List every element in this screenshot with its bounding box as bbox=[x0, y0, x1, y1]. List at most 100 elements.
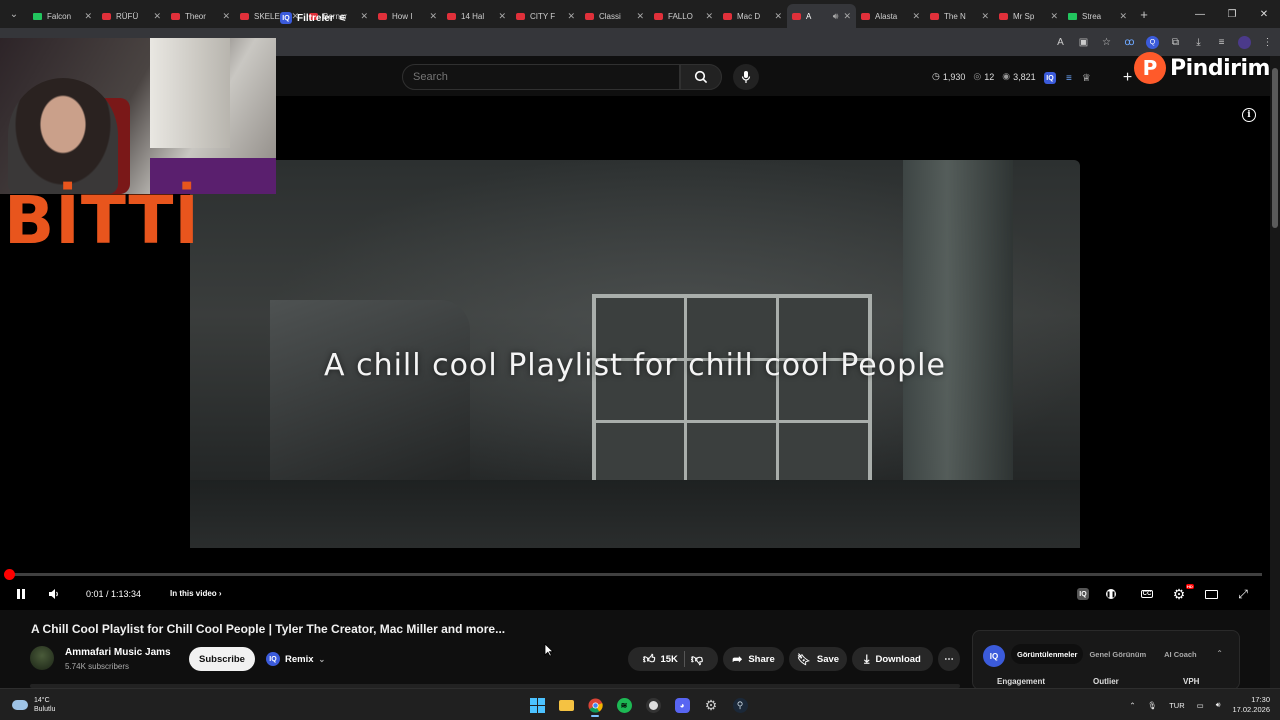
volume-button[interactable] bbox=[46, 585, 62, 603]
page-scrollbar[interactable] bbox=[1270, 56, 1280, 688]
progress-scrubber[interactable] bbox=[4, 569, 15, 580]
browser-tab[interactable]: The N ✕ bbox=[925, 4, 994, 28]
autoplay-toggle[interactable]: ❚❚ bbox=[1103, 585, 1119, 603]
minimize-icon[interactable]: — bbox=[1184, 0, 1216, 28]
in-this-video-button[interactable]: In this video › bbox=[170, 589, 222, 598]
media-icon[interactable]: ≡ bbox=[1215, 36, 1228, 49]
like-button[interactable]: 👍︎ 15K bbox=[643, 652, 678, 667]
file-explorer-app[interactable] bbox=[555, 693, 577, 717]
pause-button[interactable] bbox=[13, 585, 29, 603]
tab-audio-icon[interactable]: 🔊︎ bbox=[833, 11, 839, 22]
translate-icon[interactable]: A bbox=[1054, 36, 1067, 49]
browser-tab[interactable]: FALLO ✕ bbox=[649, 4, 718, 28]
browser-tab[interactable]: Mr Sp ✕ bbox=[994, 4, 1063, 28]
download-icon[interactable]: ⤓ bbox=[1192, 36, 1205, 49]
browser-tab[interactable]: A 🔊︎ ✕ bbox=[787, 4, 856, 28]
puzzle-icon[interactable]: ⧉ bbox=[1169, 36, 1182, 49]
clock[interactable]: 17:30 17.02.2026 bbox=[1232, 695, 1270, 715]
browser-menu-icon[interactable]: ⋮ bbox=[1261, 36, 1274, 49]
close-tab-icon[interactable]: ✕ bbox=[84, 11, 92, 22]
discord-app[interactable]: ◕ bbox=[671, 693, 693, 717]
browser-tab[interactable]: Falcon ✕ bbox=[28, 4, 97, 28]
browser-tab[interactable]: Strea ✕ bbox=[1063, 4, 1132, 28]
vidiq-icon[interactable]: IQ bbox=[1044, 72, 1056, 84]
restore-icon[interactable]: ❐ bbox=[1216, 0, 1248, 28]
browser-tab[interactable]: 14 Hal ✕ bbox=[442, 4, 511, 28]
search-button[interactable] bbox=[680, 64, 722, 90]
spotify-app[interactable]: ≋ bbox=[613, 693, 635, 717]
close-tab-icon[interactable]: ✕ bbox=[774, 11, 782, 22]
close-tab-icon[interactable]: ✕ bbox=[1050, 11, 1058, 22]
volume-icon bbox=[49, 589, 58, 599]
captions-button[interactable]: CC bbox=[1139, 585, 1155, 603]
browser-tab[interactable]: Alasta ✕ bbox=[856, 4, 925, 28]
channel-name[interactable]: Ammafari Music Jams bbox=[65, 647, 171, 658]
close-tab-icon[interactable]: ✕ bbox=[843, 11, 851, 22]
settings-button[interactable]: ⚙ bbox=[1171, 585, 1187, 603]
profile-avatar-icon[interactable] bbox=[1238, 35, 1251, 49]
microphone-tray-icon[interactable]: 🎙︎ bbox=[1148, 701, 1158, 710]
progress-bar[interactable] bbox=[8, 573, 1262, 576]
voice-search-button[interactable] bbox=[733, 64, 759, 90]
new-tab-button[interactable]: + bbox=[1132, 7, 1156, 22]
collapse-caret-icon[interactable]: ⌃ bbox=[1216, 649, 1223, 658]
start-button[interactable] bbox=[526, 693, 548, 717]
filter-button[interactable]: IQ Filtreler ⚟ bbox=[280, 12, 347, 24]
clock-icon: ◷ bbox=[932, 71, 940, 81]
bookmark-star-icon[interactable]: ☆ bbox=[1100, 36, 1113, 49]
more-actions-button[interactable]: ⋯ bbox=[938, 647, 960, 671]
create-plus-icon[interactable]: + bbox=[1123, 69, 1132, 87]
trophy-icon[interactable]: ♕ bbox=[1082, 73, 1091, 84]
browser-tab[interactable]: RÜFÜ ✕ bbox=[97, 4, 166, 28]
weather-widget[interactable]: 14°C Bulutlu bbox=[12, 696, 55, 714]
app-launcher[interactable]: ⚙ bbox=[700, 693, 722, 717]
close-tab-icon[interactable]: ✕ bbox=[498, 11, 506, 22]
fullscreen-icon: ⤢ bbox=[1238, 586, 1248, 601]
scrollbar-thumb[interactable] bbox=[1272, 68, 1278, 228]
chevron-up-icon[interactable]: ⌃ bbox=[1129, 701, 1135, 710]
tab-ai-coach[interactable]: AI Coach bbox=[1158, 644, 1203, 664]
browser-tab[interactable]: Mac D ✕ bbox=[718, 4, 787, 28]
close-tab-icon[interactable]: ✕ bbox=[981, 11, 989, 22]
subscribe-button[interactable]: Subscribe bbox=[189, 647, 255, 671]
download-button[interactable]: ⤓ Download bbox=[852, 647, 933, 671]
tab-search-icon[interactable]: ⌄ bbox=[0, 0, 28, 28]
close-tab-icon[interactable]: ✕ bbox=[912, 11, 920, 22]
browser-tab[interactable]: Theor ✕ bbox=[166, 4, 235, 28]
info-icon[interactable]: i bbox=[1242, 108, 1256, 122]
share-button[interactable]: ➦ Share bbox=[723, 647, 784, 671]
language-indicator[interactable]: TUR bbox=[1169, 701, 1184, 710]
dislike-button[interactable]: 👎︎ bbox=[691, 652, 703, 667]
tab-overview[interactable]: Genel Görünüm bbox=[1083, 644, 1152, 664]
browser-tab[interactable]: CITY F ✕ bbox=[511, 4, 580, 28]
close-tab-icon[interactable]: ✕ bbox=[567, 11, 575, 22]
browser-tab[interactable]: Classi ✕ bbox=[580, 4, 649, 28]
close-tab-icon[interactable]: ✕ bbox=[636, 11, 644, 22]
close-window-icon[interactable]: ✕ bbox=[1248, 0, 1280, 28]
close-tab-icon[interactable]: ✕ bbox=[1119, 11, 1127, 22]
browser-tab-strip: ⌄ Falcon ✕ RÜFÜ ✕ Theor ✕ SKELE ✕ Bernar ✕ How I ✕ 1… bbox=[0, 0, 1280, 28]
speaker-icon[interactable]: 🔊︎ bbox=[1216, 700, 1221, 710]
steam-app[interactable]: ⚲ bbox=[729, 693, 751, 717]
display-icon[interactable]: ▭ bbox=[1197, 701, 1204, 710]
chrome-app[interactable] bbox=[584, 693, 606, 717]
tab-views[interactable]: Görüntülenmeler bbox=[1011, 644, 1084, 664]
channel-avatar[interactable] bbox=[30, 646, 54, 670]
close-tab-icon[interactable]: ✕ bbox=[222, 11, 230, 22]
close-tab-icon[interactable]: ✕ bbox=[705, 11, 713, 22]
close-tab-icon[interactable]: ✕ bbox=[360, 11, 368, 22]
vidiq-player-button[interactable]: IQ bbox=[1075, 585, 1091, 603]
close-tab-icon[interactable]: ✕ bbox=[153, 11, 161, 22]
extension-icon[interactable]: ꝏ bbox=[1123, 36, 1136, 49]
list-icon[interactable]: ≡ bbox=[1066, 73, 1072, 84]
browser-tab[interactable]: How I ✕ bbox=[373, 4, 442, 28]
theater-mode-button[interactable] bbox=[1203, 585, 1219, 603]
search-input[interactable] bbox=[402, 64, 680, 90]
save-button[interactable]: 🔖︎ Save bbox=[789, 647, 847, 671]
close-tab-icon[interactable]: ✕ bbox=[429, 11, 437, 22]
cast-icon[interactable]: ▣ bbox=[1077, 36, 1090, 49]
remix-button[interactable]: IQ Remix ⌄ bbox=[262, 647, 333, 671]
vidiq-extension-icon[interactable]: Q bbox=[1146, 35, 1159, 49]
fullscreen-button[interactable]: ⤢ bbox=[1235, 585, 1251, 603]
obs-app[interactable] bbox=[642, 693, 664, 717]
